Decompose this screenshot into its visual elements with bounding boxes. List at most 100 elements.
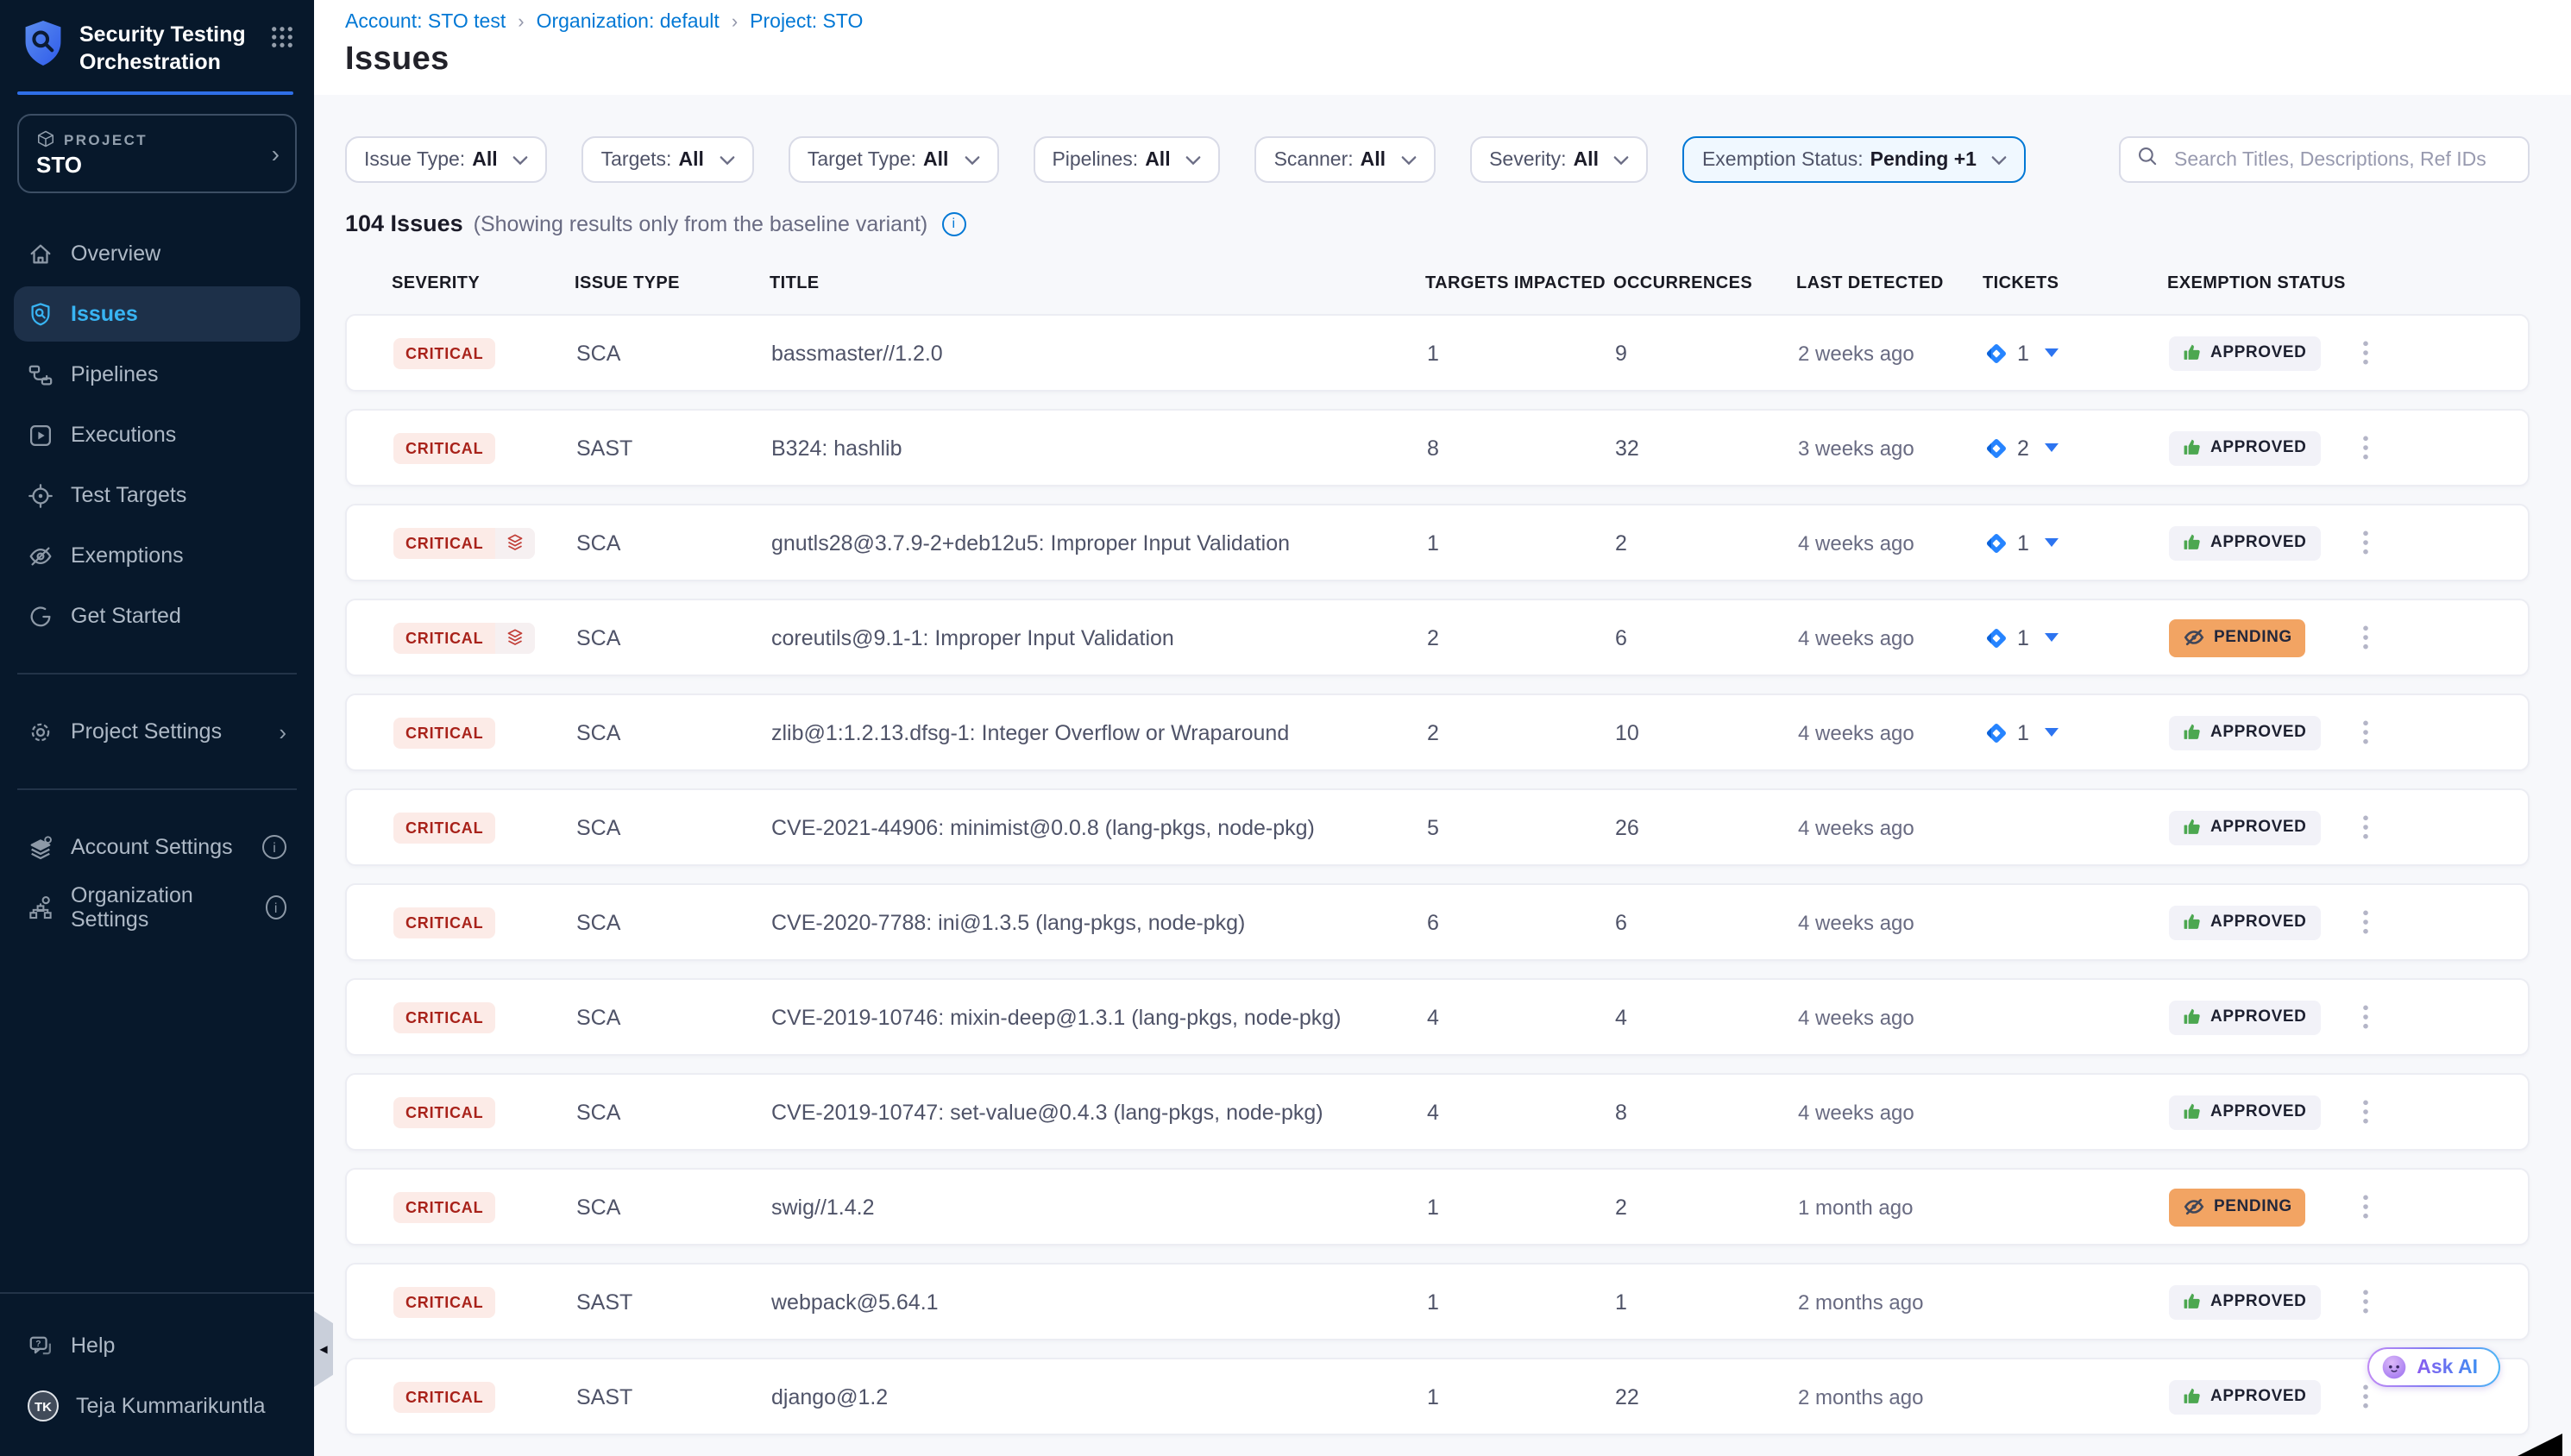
table-row[interactable]: CRITICALSCACVE-2020-7788: ini@1.3.5 (lan… xyxy=(345,883,2530,961)
row-menu-button[interactable] xyxy=(2352,340,2369,366)
issue-type: SCA xyxy=(576,341,771,365)
breadcrumb-link-project[interactable]: Project: STO xyxy=(750,12,863,33)
search-box xyxy=(2119,136,2530,183)
sidebar-item-help[interactable]: ? Help xyxy=(14,1318,300,1373)
sidebar-item-test-targets[interactable]: Test Targets xyxy=(14,468,300,523)
table-row[interactable]: CRITICALSASTB324: hashlib8323 weeks ago2… xyxy=(345,409,2530,486)
sidebar-item-overview[interactable]: Overview xyxy=(14,226,300,281)
row-menu-button[interactable] xyxy=(2352,1384,2369,1409)
search-input[interactable] xyxy=(2171,147,2512,172)
topbar: Account: STO test›Organization: default›… xyxy=(314,0,2571,95)
sidebar-item-executions[interactable]: Executions xyxy=(14,407,300,462)
filter-pipelines[interactable]: Pipelines:All xyxy=(1033,136,1220,183)
filter-targets[interactable]: Targets:All xyxy=(582,136,754,183)
ask-ai-button[interactable]: Ask AI xyxy=(2367,1347,2500,1387)
table-row[interactable]: CRITICALSCAgnutls28@3.7.9-2+deb12u5: Imp… xyxy=(345,504,2530,581)
approved-badge: APPROVED xyxy=(2169,525,2320,560)
sidebar-item-project-settings[interactable]: Project Settings› xyxy=(14,704,300,759)
jira-ticket-icon xyxy=(1984,625,2008,650)
module-switcher-icon[interactable] xyxy=(271,26,293,48)
severity-cell: CRITICAL xyxy=(393,1191,576,1222)
filter-severity[interactable]: Severity:All xyxy=(1470,136,1649,183)
filter-value: All xyxy=(1574,149,1599,170)
row-menu-button[interactable] xyxy=(2352,814,2369,840)
sidebar-item-organization-settings[interactable]: Organization Settingsi xyxy=(14,880,300,935)
caret-down-icon[interactable] xyxy=(2045,538,2059,547)
org-settings-icon xyxy=(28,894,53,920)
sidebar-item-pipelines[interactable]: Pipelines xyxy=(14,347,300,402)
layers-icon xyxy=(495,527,535,558)
filter-issue-type[interactable]: Issue Type:All xyxy=(345,136,548,183)
sidebar-item-get-started[interactable]: Get Started xyxy=(14,588,300,643)
sidebar: Security Testing Orchestration PROJECT xyxy=(0,0,314,1456)
exemption-status-label: APPROVED xyxy=(2210,1387,2306,1406)
last-detected: 4 weeks ago xyxy=(1798,720,1984,744)
targets-impacted: 4 xyxy=(1427,1005,1615,1029)
breadcrumb-link-organization[interactable]: Organization: default xyxy=(537,12,720,33)
user-menu[interactable]: TK Teja Kummarikuntla xyxy=(14,1378,300,1434)
severity-cell: CRITICAL xyxy=(393,527,576,558)
severity-label: CRITICAL xyxy=(393,527,495,558)
severity-cell: CRITICAL xyxy=(393,337,576,368)
table-row[interactable]: CRITICALSCACVE-2019-10746: mixin-deep@1.… xyxy=(345,978,2530,1056)
exemption-cell: PENDING xyxy=(2169,1188,2352,1226)
thumbs-up-icon xyxy=(2183,343,2202,362)
targets-impacted: 1 xyxy=(1427,1384,1615,1409)
sidebar-collapse-handle[interactable]: ◀ xyxy=(314,1311,333,1387)
info-icon[interactable]: i xyxy=(941,211,965,235)
table-row[interactable]: CRITICALSCAswig//1.4.2121 month agoPENDI… xyxy=(345,1168,2530,1246)
severity-badge: CRITICAL xyxy=(393,1001,495,1032)
filter-scanner[interactable]: Scanner:All xyxy=(1255,136,1436,183)
module-accent-bar xyxy=(17,91,293,95)
column-header-severity: SEVERITY xyxy=(392,274,575,293)
sidebar-item-issues[interactable]: Issues xyxy=(14,286,300,342)
row-menu-button[interactable] xyxy=(2352,719,2369,745)
table-row[interactable]: CRITICALSCAzlib@1:1.2.13.dfsg-1: Integer… xyxy=(345,693,2530,771)
issue-type: SCA xyxy=(576,530,771,555)
sidebar-item-account-settings[interactable]: Account Settingsi xyxy=(14,819,300,875)
tickets-cell: 1 xyxy=(1984,625,2169,650)
ticket-count: 2 xyxy=(2017,436,2029,460)
exemption-status-label: APPROVED xyxy=(2210,533,2306,552)
sidebar-item-label: Pipelines xyxy=(71,362,158,386)
row-menu-button[interactable] xyxy=(2352,1099,2369,1125)
row-menu-button[interactable] xyxy=(2352,909,2369,935)
row-menu-button[interactable] xyxy=(2352,1004,2369,1030)
severity-badge: CRITICAL xyxy=(393,907,495,938)
breadcrumb-link-account[interactable]: Account: STO test xyxy=(345,12,506,33)
pending-badge: PENDING xyxy=(2169,1188,2306,1226)
targets-impacted: 1 xyxy=(1427,341,1615,365)
svg-text:?: ? xyxy=(35,1339,41,1348)
severity-badge: CRITICAL xyxy=(393,432,495,463)
issue-title: CVE-2019-10747: set-value@0.4.3 (lang-pk… xyxy=(771,1100,1427,1124)
row-menu-button[interactable] xyxy=(2352,1194,2369,1220)
project-selector[interactable]: PROJECT STO › xyxy=(17,114,297,193)
table-row[interactable]: CRITICALSCAbassmaster//1.2.0192 weeks ag… xyxy=(345,314,2530,392)
row-menu-button[interactable] xyxy=(2352,624,2369,650)
caret-down-icon[interactable] xyxy=(2045,633,2059,642)
sidebar-item-exemptions[interactable]: Exemptions xyxy=(14,528,300,583)
severity-badge: CRITICAL xyxy=(393,337,495,368)
caret-down-icon[interactable] xyxy=(2045,443,2059,452)
caret-down-icon[interactable] xyxy=(2045,728,2059,737)
filter-target-type[interactable]: Target Type:All xyxy=(789,136,999,183)
row-menu-button[interactable] xyxy=(2352,1289,2369,1315)
exemption-status-label: PENDING xyxy=(2214,1197,2292,1216)
table-row[interactable]: CRITICALSCACVE-2021-44906: minimist@0.0.… xyxy=(345,788,2530,866)
table-row[interactable]: CRITICALSCACVE-2019-10747: set-value@0.4… xyxy=(345,1073,2530,1151)
severity-label: CRITICAL xyxy=(393,1001,495,1032)
table-row[interactable]: CRITICALSASTwebpack@5.64.1112 months ago… xyxy=(345,1263,2530,1340)
occurrences: 10 xyxy=(1615,720,1798,744)
exemption-status-label: PENDING xyxy=(2214,628,2292,647)
exemption-cell: APPROVED xyxy=(2169,1000,2352,1034)
exemption-cell: APPROVED xyxy=(2169,1095,2352,1129)
filter-label: Scanner: xyxy=(1274,149,1354,170)
column-header-targets-impacted: TARGETS IMPACTED xyxy=(1425,274,1613,293)
table-row[interactable]: CRITICALSASTdjango@1.21222 months agoAPP… xyxy=(345,1358,2530,1435)
row-menu-button[interactable] xyxy=(2352,435,2369,461)
occurrences: 26 xyxy=(1615,815,1798,839)
caret-down-icon[interactable] xyxy=(2045,348,2059,357)
row-menu-button[interactable] xyxy=(2352,530,2369,555)
table-row[interactable]: CRITICALSCAcoreutils@9.1-1: Improper Inp… xyxy=(345,599,2530,676)
filter-exemption-status[interactable]: Exemption Status:Pending +1 xyxy=(1683,136,2027,183)
